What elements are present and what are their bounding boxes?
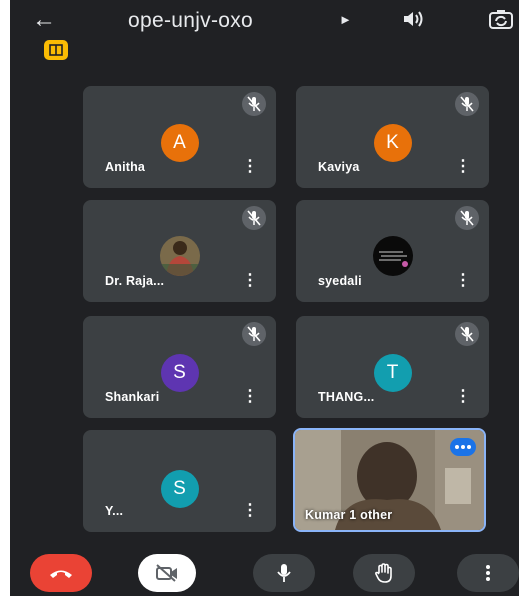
more-vert-icon[interactable]: ⋮ [242, 388, 258, 406]
caret-right-icon[interactable]: ► [339, 12, 352, 27]
participant-tile[interactable]: S Shankari ⋮ [83, 316, 276, 418]
more-vert-icon[interactable]: ⋮ [455, 272, 471, 290]
participant-name: Y... [105, 504, 124, 518]
more-vert-icon [486, 565, 490, 581]
participant-name: Shankari [105, 390, 160, 404]
speaking-indicator-icon [450, 438, 476, 456]
participant-name: syedali [318, 274, 362, 288]
meet-screen: ← ope-unjv-oxo ► A Anitha ⋮ K Kaviya ⋮ D… [10, 0, 519, 596]
more-options-button[interactable] [457, 554, 519, 592]
participant-tile[interactable]: A Anitha ⋮ [83, 86, 276, 188]
mic-off-icon [242, 92, 266, 116]
mic-off-icon [455, 92, 479, 116]
speaker-icon[interactable] [403, 9, 425, 34]
participant-name: Dr. Raja... [105, 274, 165, 288]
raise-hand-button[interactable] [353, 554, 415, 592]
participant-tile[interactable]: T THANG... ⋮ [296, 316, 489, 418]
participant-tile[interactable]: Dr. Raja... ⋮ [83, 200, 276, 302]
mic-off-icon [455, 206, 479, 230]
participant-tile[interactable]: S Y... ⋮ [83, 430, 276, 532]
mic-icon [277, 564, 291, 582]
top-bar: ← ope-unjv-oxo ► [10, 0, 519, 60]
more-vert-icon[interactable]: ⋮ [455, 158, 471, 176]
breakout-room-badge[interactable] [44, 40, 68, 60]
participant-avatar: A [160, 124, 199, 162]
participant-photo [372, 236, 413, 276]
switch-camera-icon[interactable] [488, 7, 514, 36]
others-count: 1 other [349, 508, 393, 522]
mic-off-icon [242, 206, 266, 230]
raise-hand-icon [375, 563, 392, 583]
meeting-code[interactable]: ope-unjv-oxo [128, 9, 253, 33]
participant-tile[interactable]: K Kaviya ⋮ [296, 86, 489, 188]
participant-name: Kaviya [318, 160, 360, 174]
participant-photo [159, 236, 200, 276]
camera-toggle-button[interactable] [138, 554, 196, 592]
video-tile[interactable]: Kumar 1 other [293, 428, 486, 532]
participant-name: Anitha [105, 160, 146, 174]
more-vert-icon[interactable]: ⋮ [242, 158, 258, 176]
participant-tile[interactable]: syedali ⋮ [296, 200, 489, 302]
mic-off-icon [455, 322, 479, 346]
camera-off-icon [156, 564, 177, 582]
participant-name: THANG... [318, 390, 375, 404]
more-vert-icon[interactable]: ⋮ [242, 502, 258, 520]
mic-off-icon [242, 322, 266, 346]
end-call-button[interactable] [30, 554, 92, 592]
participant-avatar: T [373, 354, 412, 392]
mic-button[interactable] [253, 554, 315, 592]
participant-avatar: K [373, 124, 412, 162]
call-controls [10, 552, 519, 596]
more-vert-icon[interactable]: ⋮ [242, 272, 258, 290]
participant-avatar: S [160, 470, 199, 508]
participant-avatar: S [160, 354, 199, 392]
more-vert-icon[interactable]: ⋮ [455, 388, 471, 406]
back-arrow-icon[interactable]: ← [32, 6, 56, 34]
participant-name: Kumar 1 other [305, 508, 393, 522]
end-call-icon [50, 570, 72, 578]
